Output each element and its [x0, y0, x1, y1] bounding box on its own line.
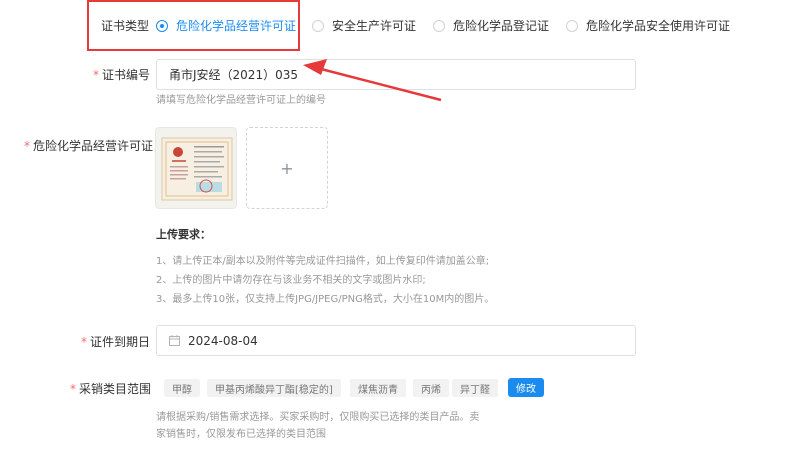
radio-hazardous-chem-registration[interactable]: 危险化学品登记证 — [433, 17, 549, 34]
radio-label: 安全生产许可证 — [332, 19, 417, 33]
radio-label: 危险化学品经营许可证 — [176, 19, 297, 33]
modify-category-button[interactable]: 修改 — [508, 378, 544, 397]
category-tag: 甲醇 — [164, 379, 200, 397]
license-upload-label: * 危险化学品经营许可证 — [24, 139, 154, 153]
requirement-item: 3、最多上传10张，仅支持上传JPG/JPEG/PNG格式，大小在10M内的图片… — [156, 294, 495, 305]
radio-safety-production-license[interactable]: 安全生产许可证 — [312, 17, 416, 34]
category-tag: 异丁醛 — [452, 379, 498, 397]
cert-number-value: 甬市J安经（2021）035 — [169, 68, 298, 82]
cert-number-label: * 证书编号 — [93, 68, 151, 82]
category-tag: 甲基丙烯酸异丁酯[稳定的] — [207, 379, 341, 397]
radio-checked-icon — [156, 19, 168, 32]
radio-hazardous-chem-safe-use-license[interactable]: 危险化学品安全使用许可证 — [566, 17, 730, 34]
category-label: * 采销类目范围 — [70, 382, 152, 396]
category-tag: 煤焦沥青 — [350, 379, 406, 397]
radio-label: 危险化学品安全使用许可证 — [586, 19, 731, 33]
plus-icon: + — [280, 158, 294, 178]
required-mark: * — [93, 68, 99, 82]
upload-add-button[interactable]: + — [246, 127, 328, 209]
requirement-item: 2、上传的图片中请勿存在与该业务不相关的文字或图片水印; — [156, 275, 426, 286]
category-tag: 丙烯 — [413, 379, 449, 397]
required-mark: * — [81, 335, 87, 349]
calendar-icon — [169, 335, 180, 346]
radio-unchecked-icon — [433, 19, 445, 32]
annotation-arrow — [303, 59, 442, 102]
category-hint-line-2: 家销售时，仅限发布已选择的类目范围 — [156, 429, 326, 440]
radio-unchecked-icon — [312, 19, 324, 32]
license-thumbnail[interactable] — [155, 127, 237, 209]
expiry-label: * 证件到期日 — [81, 335, 151, 349]
requirement-item: 1、请上传正本/副本以及附件等完成证件扫描件，如上传复印件请加盖公章; — [156, 256, 490, 267]
radio-unchecked-icon — [566, 19, 578, 32]
requirements-title: 上传要求： — [156, 228, 211, 241]
required-mark: * — [24, 139, 30, 153]
required-mark: * — [70, 382, 76, 396]
expiry-date-value: 2024-08-04 — [188, 333, 258, 348]
category-hint-line-1: 请根据采购/销售需求选择。买家采购时，仅限购买已选择的类目产品。卖 — [156, 412, 480, 423]
radio-hazardous-chem-business-license[interactable]: 危险化学品经营许可证 — [156, 17, 296, 34]
radio-label: 危险化学品登记证 — [453, 19, 550, 33]
expiry-date-input[interactable]: 2024-08-04 — [156, 325, 636, 356]
